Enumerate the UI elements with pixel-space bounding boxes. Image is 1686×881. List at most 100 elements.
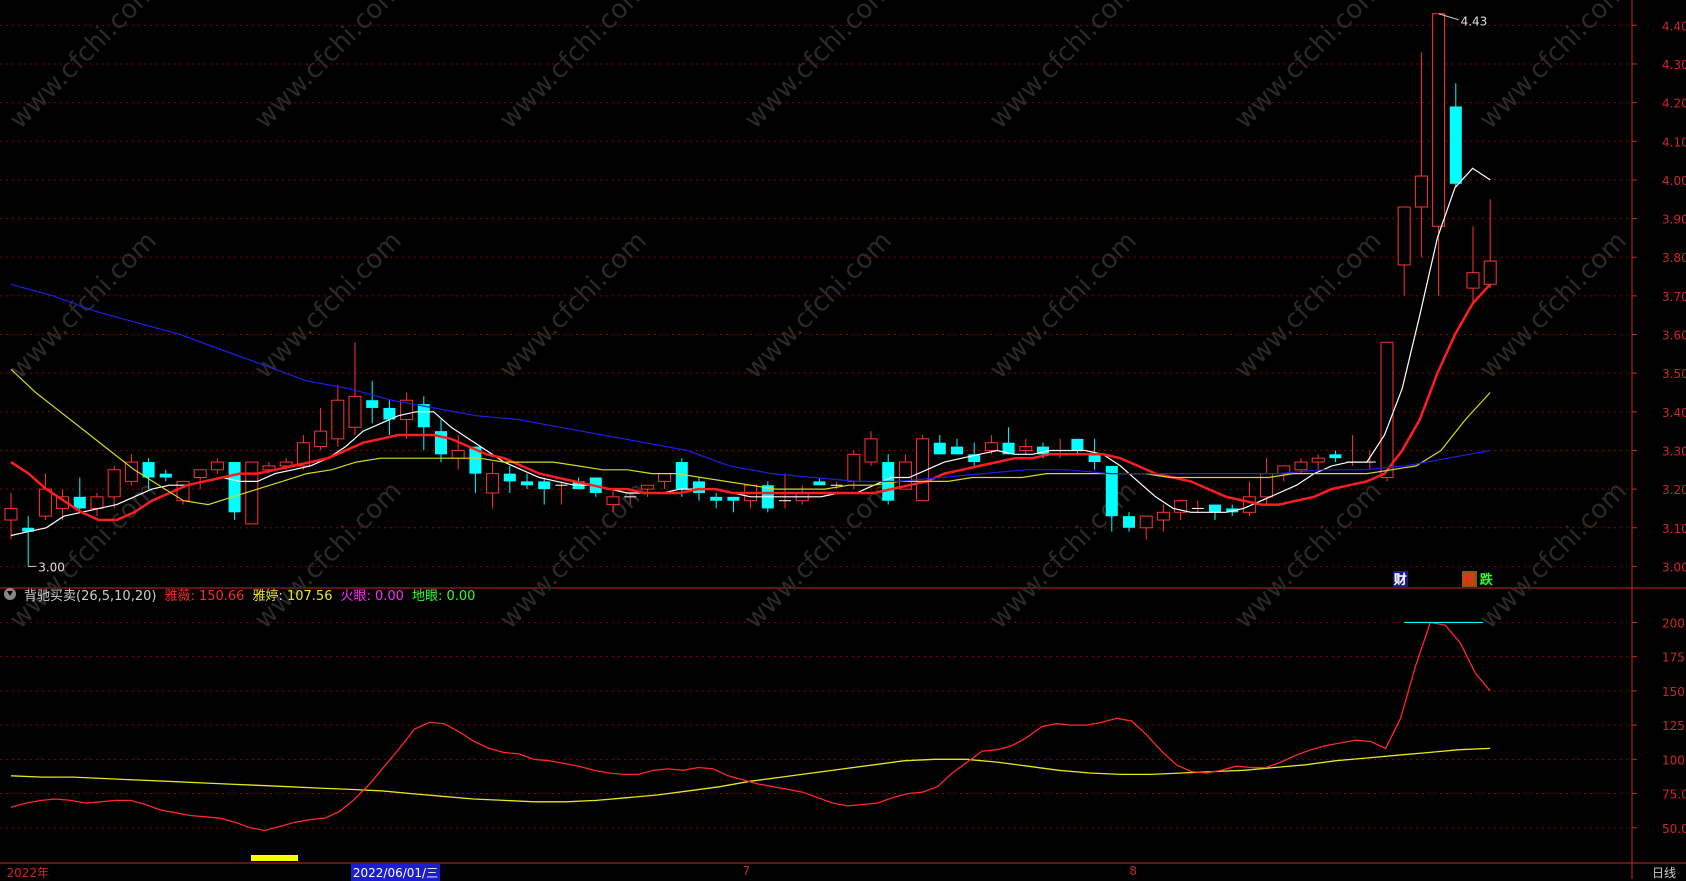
period-label[interactable]: 日线	[1652, 864, 1676, 881]
watermark-text: www.cfchi.com	[494, 226, 653, 385]
candle-body	[1483, 260, 1497, 285]
price-tick-label: 3.20	[1662, 483, 1686, 497]
indicator-name[interactable]: 背驰买卖(26,5,10,20)	[24, 585, 156, 604]
indicator-field-value: 107.56	[286, 588, 333, 604]
candle-body	[693, 481, 705, 493]
candle-body	[314, 430, 328, 448]
candle-body	[159, 473, 172, 478]
candle-body	[451, 449, 465, 459]
candle-body	[331, 399, 345, 440]
candle-body	[864, 438, 878, 463]
candle-body	[417, 404, 430, 428]
candle-body	[1466, 272, 1480, 289]
candle-body	[984, 442, 998, 451]
watermark-text: www.cfchi.com	[1474, 0, 1633, 135]
candle-body	[1123, 516, 1135, 528]
indicator-tick-label: 125.0	[1662, 719, 1686, 733]
indicator-signal-bar	[251, 855, 298, 861]
candle-body	[1209, 504, 1221, 513]
event-tag: 榜	[1462, 572, 1475, 588]
date-label: 8	[1129, 864, 1137, 878]
candle-body	[1139, 515, 1153, 529]
candle-body	[142, 462, 155, 478]
price-tick-label: 3.70	[1662, 290, 1686, 304]
candle-body	[1294, 461, 1308, 471]
indicator-tick-label: 75.0	[1662, 788, 1686, 802]
watermark-text: www.cfchi.com	[1474, 226, 1633, 385]
candle-body	[38, 488, 52, 517]
indicator-menu-icon[interactable]	[4, 588, 16, 600]
indicator-field: 雅婷: 107.56	[252, 588, 333, 604]
candle-body	[245, 461, 259, 525]
watermark-text: www.cfchi.com	[984, 226, 1143, 385]
candle-body	[1071, 438, 1084, 451]
candle-body	[210, 461, 224, 471]
candle-body	[107, 469, 121, 498]
indicator-tick-label: 50.0	[1662, 822, 1686, 836]
indicator-tick-label: 175.0	[1662, 651, 1686, 665]
candle-body	[710, 496, 723, 501]
candle-body	[933, 442, 946, 455]
candle-body	[538, 481, 551, 490]
event-tag: 财	[1394, 572, 1407, 588]
indicator-field: 地眼: 0.00	[411, 588, 476, 604]
price-tick-label: 4.20	[1662, 97, 1686, 111]
price-tick-label: 3.80	[1662, 251, 1686, 265]
price-tick-label: 4.40	[1662, 19, 1686, 33]
indicator-tick-label: 100.0	[1662, 753, 1686, 767]
watermark-text: www.cfchi.com	[249, 476, 408, 635]
price-tick-label: 3.60	[1662, 329, 1686, 343]
low-label: 3.00	[38, 560, 65, 574]
candle-body	[486, 473, 500, 494]
candle-body	[1414, 175, 1428, 208]
candle-body	[606, 496, 620, 506]
watermark-text: www.cfchi.com	[739, 226, 898, 385]
candle-body	[1329, 454, 1342, 459]
watermark-text: www.cfchi.com	[1229, 226, 1388, 385]
watermark-text: www.cfchi.com	[494, 0, 653, 135]
watermark-text: www.cfchi.com	[1229, 0, 1388, 135]
candle-body	[521, 481, 533, 486]
watermark-text: www.cfchi.com	[4, 0, 163, 135]
candle-body	[1156, 511, 1170, 521]
date-label: 2022/06/01/三	[350, 864, 441, 881]
price-tick-label: 3.10	[1662, 522, 1686, 536]
date-axis: 2022年 2022/06/01/三 7 8	[0, 864, 1686, 881]
ma-line	[10, 283, 1491, 482]
candle-body	[90, 496, 104, 509]
candle-body	[951, 446, 963, 455]
indicator-field-value: 0.00	[375, 588, 404, 604]
candle-body	[1432, 13, 1446, 227]
indicator-tick-label: 150.0	[1662, 685, 1686, 699]
candle-body	[4, 507, 18, 521]
price-tick-label: 4.30	[1662, 58, 1686, 72]
event-tag: 跌	[1480, 572, 1494, 588]
high-label: 4.43	[1461, 15, 1488, 29]
price-tick-label: 4.00	[1662, 174, 1686, 188]
candle-body	[847, 453, 861, 482]
indicator-field-value: 150.66	[198, 588, 245, 604]
candle-body	[366, 400, 379, 408]
candle-body	[1397, 206, 1411, 266]
candle-body	[503, 473, 516, 482]
price-tick-label: 3.40	[1662, 406, 1686, 420]
price-tick-label: 3.90	[1662, 213, 1686, 227]
watermark-text: www.cfchi.com	[739, 0, 898, 135]
price-tick-label: 3.50	[1662, 367, 1686, 381]
price-tick-label: 3.00	[1662, 560, 1686, 574]
indicator-fields: 雅薇: 150.66 雅婷: 107.56 火眼: 0.00 地眼: 0.00	[164, 585, 483, 604]
candle-body	[1311, 457, 1325, 463]
indicator-field-value: 0.00	[446, 588, 476, 604]
candle-body	[813, 481, 826, 486]
chart-canvas[interactable]: www.cfchi.com www.cfchi.com www.cfchi.com w…	[0, 0, 1686, 879]
indicator-header: 背驰买卖(26,5,10,20) 雅薇: 150.66 雅婷: 107.56 火眼:…	[0, 582, 491, 606]
watermark-text: www.cfchi.com	[4, 226, 163, 385]
candle-body	[73, 496, 86, 509]
candle-body	[1019, 446, 1033, 451]
watermark-text: www.cfchi.com	[984, 0, 1143, 135]
watermark-text: www.cfchi.com	[984, 476, 1143, 635]
watermark-text: www.cfchi.com	[249, 0, 408, 135]
candle-body	[348, 395, 362, 428]
candle-body	[727, 496, 740, 501]
indicator-field: 雅薇: 150.66	[164, 588, 245, 604]
